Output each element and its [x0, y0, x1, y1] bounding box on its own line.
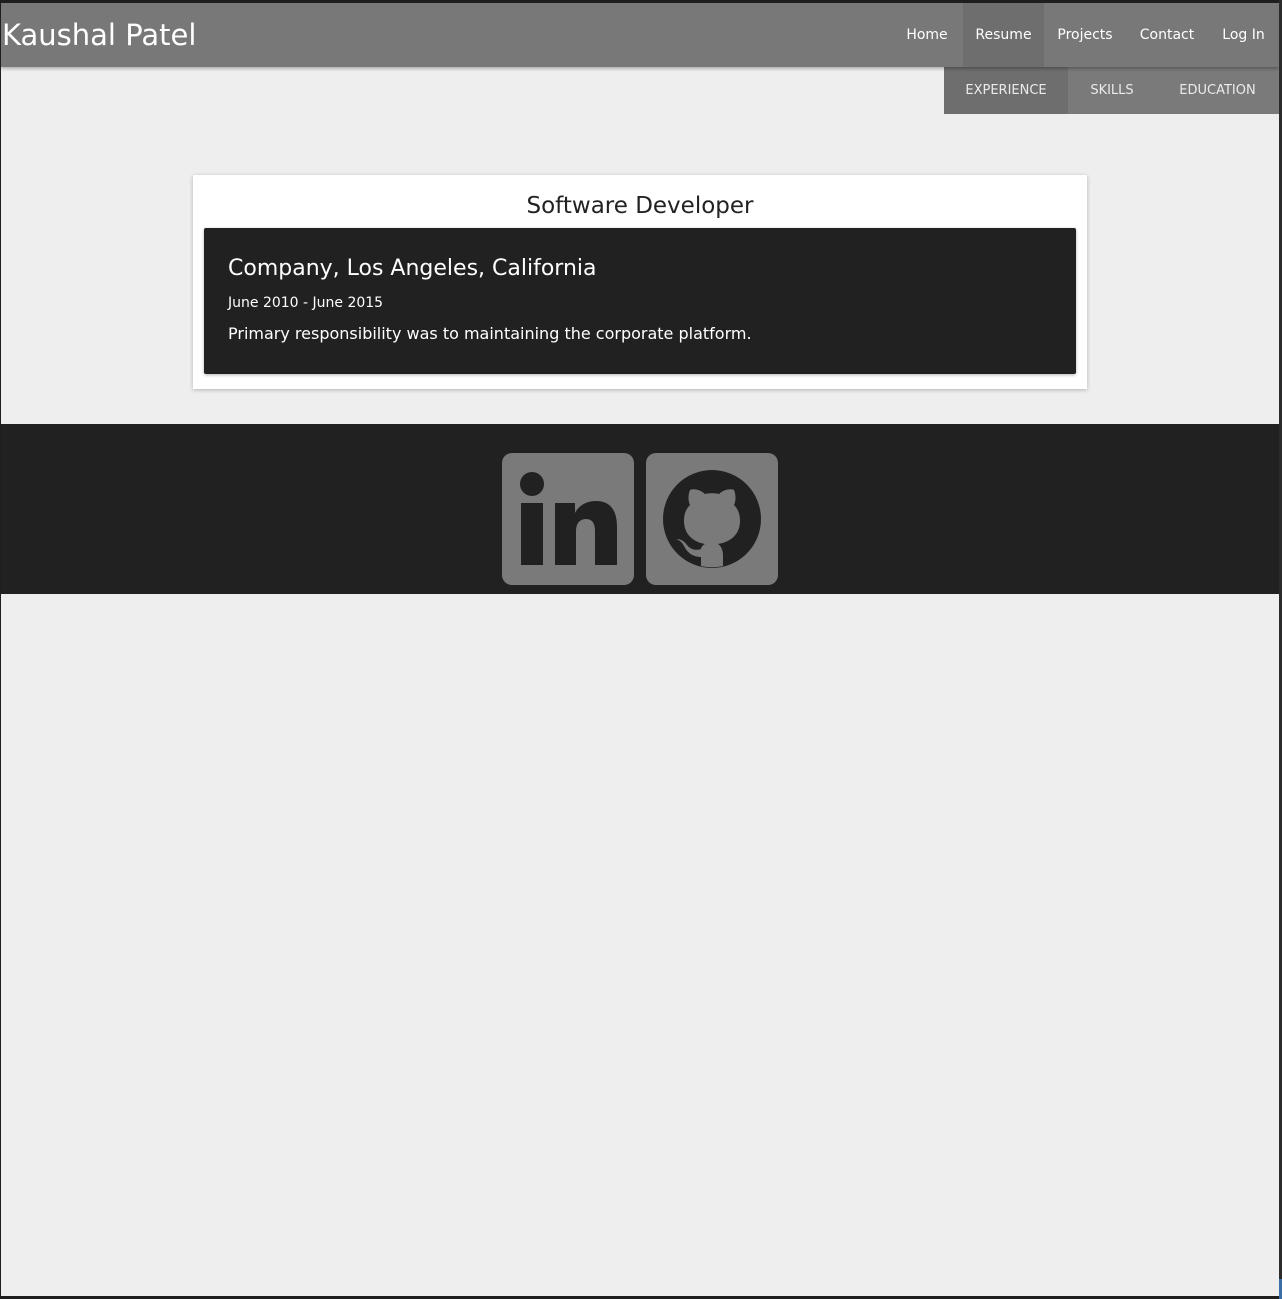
github-link[interactable] [646, 453, 778, 585]
github-icon [646, 453, 778, 585]
main-nav: Home Resume Projects Contact Log In [891, 3, 1279, 67]
site-header: Kaushal Patel Home Resume Projects Conta… [1, 3, 1279, 67]
nav-resume-link[interactable]: Resume [963, 3, 1044, 67]
site-footer [1, 424, 1279, 594]
entry-company: Company, Los Angeles, California [228, 256, 597, 281]
nav-projects-link[interactable]: Projects [1044, 3, 1126, 67]
nav-contact-link[interactable]: Contact [1126, 3, 1208, 67]
entry-dates: June 2010 - June 2015 [228, 295, 384, 311]
subnav-education-tab[interactable]: EDUCATION [1156, 67, 1279, 114]
experience-card: Software Developer Company, Los Angeles,… [193, 175, 1087, 389]
subnav-skills-tab[interactable]: SKILLS [1068, 67, 1156, 114]
job-title: Software Developer [526, 193, 754, 219]
nav-login-link[interactable]: Log In [1208, 3, 1279, 67]
resume-subnav: EXPERIENCE SKILLS EDUCATION [944, 67, 1279, 114]
site-brand[interactable]: Kaushal Patel [2, 17, 196, 53]
browser-viewport: Kaushal Patel Home Resume Projects Conta… [1, 3, 1279, 1296]
subnav-experience-tab[interactable]: EXPERIENCE [944, 67, 1068, 114]
linkedin-link[interactable] [502, 453, 634, 585]
entry-description: Primary responsibility was to maintainin… [228, 324, 752, 343]
linkedin-icon [502, 453, 634, 585]
nav-home-link[interactable]: Home [891, 3, 963, 67]
experience-entry: Company, Los Angeles, California June 20… [204, 228, 1076, 374]
